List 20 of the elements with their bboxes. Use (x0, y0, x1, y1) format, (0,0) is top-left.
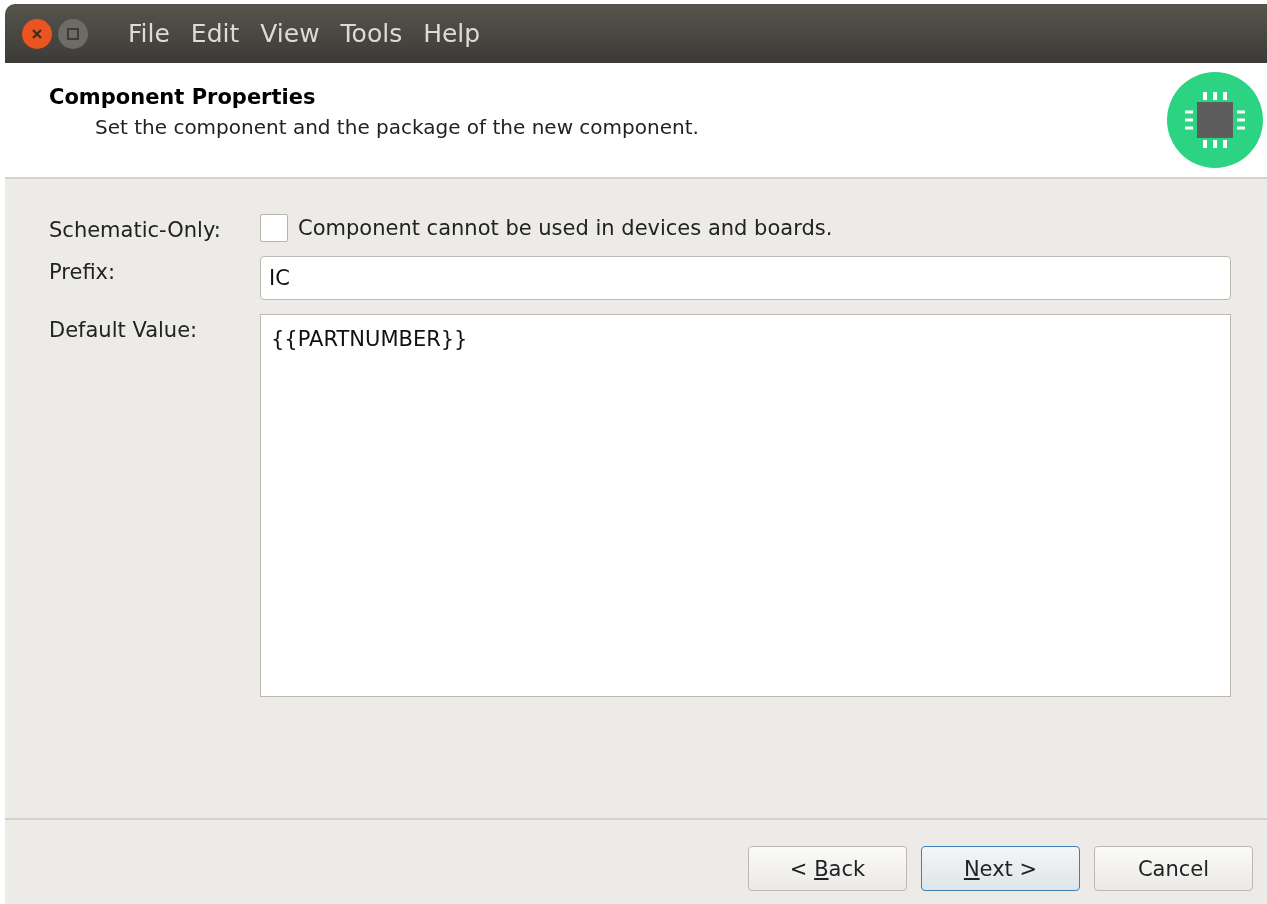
page-title: Component Properties (49, 85, 317, 109)
menu-item[interactable]: Help (423, 19, 492, 48)
checkbox-label: Component cannot be used in devices and boards. (298, 216, 833, 240)
menu-item[interactable]: View (260, 19, 331, 48)
wizard-button[interactable]: < Back (748, 846, 907, 891)
prefix-field[interactable]: IC (260, 256, 1231, 300)
checkbox[interactable] (260, 214, 288, 242)
field-label: Prefix: (49, 259, 117, 286)
menu-item[interactable]: Edit (190, 19, 251, 48)
field-label: Default Value: (49, 317, 199, 344)
default-value-field[interactable]: {{PARTNUMBER}} (260, 314, 1231, 697)
maximize-icon[interactable] (58, 18, 88, 49)
wizard-button[interactable]: Cancel (1094, 846, 1253, 891)
menu-item[interactable]: Tools (340, 19, 414, 48)
menu-item[interactable]: File (128, 19, 181, 48)
wizard-button[interactable]: Next > (921, 846, 1080, 891)
chip-icon (1167, 72, 1263, 168)
field-label: Schematic-Only: (49, 217, 222, 242)
close-icon[interactable] (22, 18, 52, 49)
page-subtitle: Set the component and the package of the new component. (95, 115, 699, 139)
